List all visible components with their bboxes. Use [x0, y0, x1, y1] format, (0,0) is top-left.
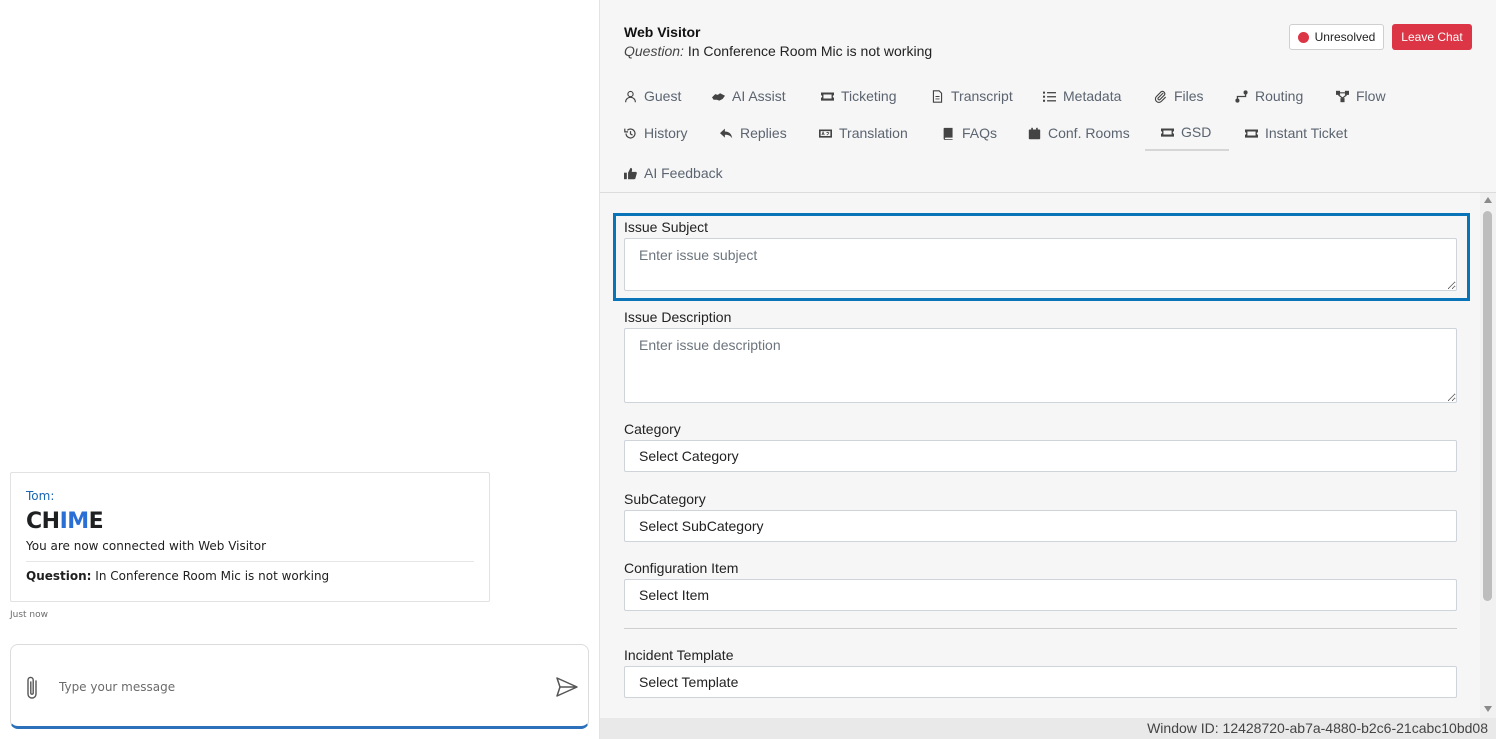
book-icon [943, 127, 953, 140]
message-sender: Tom: [26, 489, 55, 503]
window-id-footer: Window ID: 12428720-ab7a-4880-b2c6-21cab… [600, 718, 1496, 739]
document-icon [932, 89, 943, 103]
chat-message-card: Tom: CH IM E You are now connected with We… [10, 472, 490, 602]
tab-label: Ticketing [841, 88, 897, 104]
message-composer [10, 644, 589, 729]
tab-instant-ticket[interactable]: Instant Ticket [1245, 115, 1347, 151]
list-icon [1043, 91, 1056, 102]
tab-label: GSD [1181, 124, 1212, 140]
paperclip-icon [1154, 90, 1166, 103]
tab-history[interactable]: History [624, 115, 688, 151]
connected-message: You are now connected with Web Visitor [26, 539, 267, 553]
issue-subject-label: Issue Subject [624, 219, 709, 235]
tab-files[interactable]: Files [1154, 78, 1204, 114]
tab-label: AI Feedback [644, 165, 723, 181]
configuration-item-label: Configuration Item [624, 560, 739, 576]
subcategory-label: SubCategory [624, 491, 706, 507]
tab-label: History [644, 125, 688, 141]
tab-label: Guest [644, 88, 682, 104]
issue-description-label: Issue Description [624, 309, 732, 325]
issue-description-input[interactable] [624, 328, 1457, 403]
message-timestamp: Just now [10, 610, 49, 620]
translation-icon [819, 128, 832, 138]
question-text: In Conference Room Mic is not working [91, 569, 330, 583]
question-label: Question: [624, 43, 684, 59]
scroll-down-arrow-icon[interactable] [1484, 706, 1492, 712]
logo-text-part: E [88, 508, 104, 534]
incident-template-select[interactable]: Select Template [624, 666, 1457, 698]
category-label: Category [624, 421, 681, 437]
routing-icon [1235, 89, 1248, 103]
scroll-up-arrow-icon[interactable] [1484, 197, 1492, 203]
ticket-icon [1245, 128, 1258, 138]
message-input[interactable] [59, 673, 529, 701]
logo-text-highlight: IM [59, 508, 90, 534]
status-label: Unresolved [1314, 30, 1376, 44]
scroll-thumb[interactable] [1483, 211, 1492, 601]
tab-label: Flow [1356, 88, 1386, 104]
tab-label: Replies [740, 125, 787, 141]
flow-icon [1336, 90, 1349, 102]
tab-label: Conf. Rooms [1048, 125, 1130, 141]
tab-metadata[interactable]: Metadata [1043, 78, 1121, 114]
tab-label: Transcript [951, 88, 1013, 104]
status-dot-icon [1297, 31, 1309, 43]
thumbs-up-icon [624, 167, 637, 179]
tab-label: Instant Ticket [1265, 125, 1348, 141]
gsd-form: Issue Subject Issue Description Category… [600, 193, 1480, 718]
details-pane: Web Visitor Question: In Conference Room… [600, 0, 1496, 739]
visitor-question: Question: In Conference Room Mic is not … [624, 43, 932, 59]
tab-label: Files [1174, 88, 1204, 104]
paperclip-icon[interactable] [25, 675, 41, 701]
visitor-name: Web Visitor [624, 24, 701, 40]
reply-icon [720, 128, 733, 138]
configuration-item-select[interactable]: Select Item [624, 579, 1457, 611]
tab-translation[interactable]: Translation [819, 115, 908, 151]
send-icon[interactable] [556, 677, 578, 697]
tab-gsd[interactable]: GSD [1145, 115, 1230, 151]
chat-pane: Tom: CH IM E You are now connected with We… [0, 0, 600, 739]
tab-guest[interactable]: Guest [624, 78, 681, 114]
chime-logo: CH IM E [26, 508, 474, 534]
tab-ai-feedback[interactable]: AI Feedback [624, 155, 723, 191]
tab-transcript[interactable]: Transcript [931, 78, 1013, 114]
history-icon [624, 127, 636, 139]
tab-label: FAQs [962, 125, 998, 141]
tab-label: Routing [1255, 88, 1304, 104]
logo-text-part: CH [26, 508, 60, 534]
tab-ai-assist[interactable]: AI Assist [712, 78, 786, 114]
calendar-icon [1028, 127, 1041, 139]
category-select[interactable]: Select Category [624, 440, 1457, 472]
tab-flow[interactable]: Flow [1336, 78, 1386, 114]
handshake-icon [712, 92, 725, 101]
issue-subject-input[interactable] [624, 238, 1457, 291]
user-icon [625, 90, 636, 102]
question-label: Question: [26, 569, 92, 583]
subcategory-select[interactable]: Select SubCategory [624, 510, 1457, 542]
tab-ticketing[interactable]: Ticketing [821, 78, 897, 114]
ticket-icon [821, 91, 834, 101]
incident-template-label: Incident Template [624, 647, 734, 663]
message-divider [26, 561, 474, 562]
status-button[interactable]: Unresolved [1289, 24, 1384, 50]
tab-conf-rooms[interactable]: Conf. Rooms [1028, 115, 1130, 151]
ticket-icon [1161, 127, 1174, 137]
tab-replies[interactable]: Replies [720, 115, 787, 151]
tab-faqs[interactable]: FAQs [942, 115, 997, 151]
tab-label: Metadata [1063, 88, 1122, 104]
tab-routing[interactable]: Routing [1235, 78, 1303, 114]
leave-chat-button[interactable]: Leave Chat [1392, 24, 1472, 50]
tab-label: Translation [839, 125, 908, 141]
tab-label: AI Assist [732, 88, 786, 104]
question-text: In Conference Room Mic is not working [683, 43, 933, 59]
chat-question: Question: In Conference Room Mic is not … [26, 569, 474, 585]
form-scrollbar[interactable] [1480, 193, 1496, 718]
form-divider [624, 628, 1457, 629]
